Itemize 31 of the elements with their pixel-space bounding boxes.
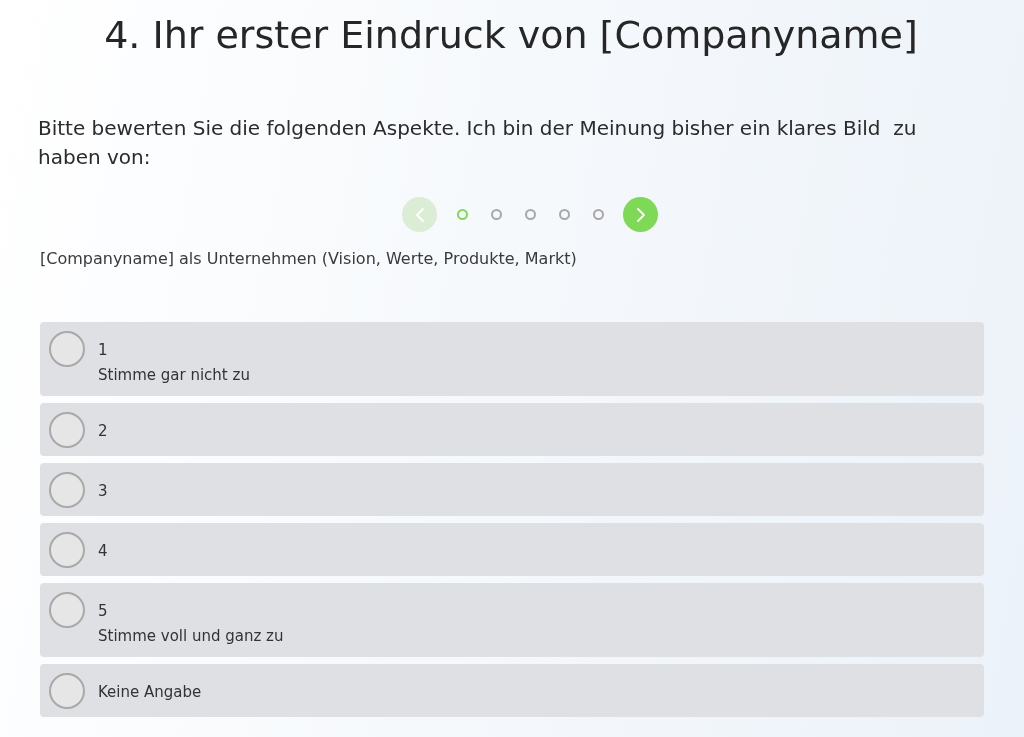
page-title: 4. Ihr erster Eindruck von [Companyname]	[104, 12, 918, 59]
radio-button[interactable]	[49, 331, 85, 367]
next-button[interactable]	[623, 197, 658, 232]
option-label: 2	[98, 421, 108, 442]
page-dot[interactable]	[592, 209, 604, 220]
radio-button[interactable]	[49, 472, 85, 508]
answer-option[interactable]: Keine Angabe	[40, 664, 984, 717]
option-label: 5	[98, 601, 109, 622]
answer-option[interactable]: 1 Stimme gar nicht zu	[40, 322, 984, 396]
radio-button[interactable]	[49, 412, 85, 448]
statement-text: [Companyname] als Unternehmen (Vision, Werte, Produkte, Markt)	[39, 248, 578, 270]
page-dot[interactable]	[524, 209, 536, 220]
option-caption: Stimme voll und ganz zu	[98, 626, 284, 647]
option-caption: Stimme gar nicht zu	[98, 365, 250, 386]
page-dot[interactable]	[558, 209, 570, 220]
page-dot[interactable]	[456, 209, 468, 220]
answer-option[interactable]: 4	[40, 523, 984, 576]
instruction-text: Bitte bewerten Sie die folgenden Aspekte. Ich bin der Meinung bisher ein klares Bild zu haben von:	[38, 115, 918, 171]
radio-button[interactable]	[49, 532, 85, 568]
answer-option[interactable]: 5 Stimme voll und ganz zu	[40, 583, 984, 657]
option-label: Keine Angabe	[98, 682, 202, 703]
chevron-right-icon	[636, 207, 645, 222]
chevron-left-icon	[415, 207, 424, 222]
answer-option[interactable]: 3	[40, 463, 984, 516]
option-label: 4	[98, 541, 108, 562]
answer-option[interactable]: 2	[40, 403, 984, 456]
option-label: 1	[98, 340, 109, 361]
radio-button[interactable]	[49, 592, 85, 628]
radio-button[interactable]	[49, 673, 85, 709]
page-dot[interactable]	[490, 209, 502, 220]
option-label: 3	[98, 481, 108, 502]
